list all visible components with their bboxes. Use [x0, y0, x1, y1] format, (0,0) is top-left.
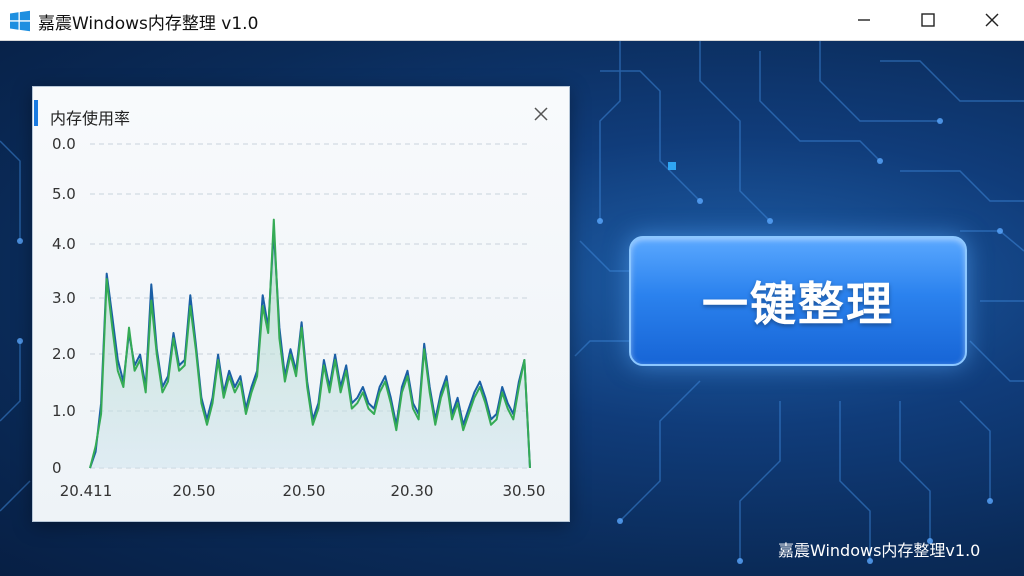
minimize-icon [858, 19, 870, 21]
y-tick-label: 5.0 [52, 185, 76, 203]
y-tick-label: 0.0 [52, 135, 76, 153]
y-tick-label: 1.0 [52, 402, 76, 420]
x-tick-label: 20.30 [391, 482, 434, 500]
one-click-clean-label: 一键整理 [702, 277, 894, 331]
x-tick-label: 20.50 [173, 482, 216, 500]
y-tick-label: 3.0 [52, 289, 76, 307]
x-tick-label: 20.411 [60, 482, 113, 500]
y-tick-label: 0 [52, 459, 62, 477]
title-bar[interactable]: 嘉震Windows内存整理 v1.0 [0, 0, 1024, 41]
footer-version-text: 嘉震Windows内存整理v1.0 [778, 541, 981, 560]
app-window: 嘉震Windows内存整理 v1.0 内存使用率 0.0 5.0 4.0 3.0… [0, 0, 1024, 576]
x-tick-label: 20.50 [283, 482, 326, 500]
x-tick-label: 30.50 [503, 482, 546, 500]
y-tick-label: 4.0 [52, 235, 76, 253]
window-title: 嘉震Windows内存整理 v1.0 [38, 14, 259, 34]
close-icon [985, 13, 999, 27]
windows-logo-icon [10, 10, 30, 32]
maximize-button[interactable] [898, 0, 958, 40]
close-window-button[interactable] [962, 0, 1022, 40]
one-click-clean-button[interactable]: 一键整理 [629, 236, 967, 366]
minimize-button[interactable] [834, 0, 894, 40]
memory-usage-chart: 0.0 5.0 4.0 3.0 2.0 1.0 0 20.411 20.50 20.50 20.30… [52, 135, 546, 500]
y-tick-label: 2.0 [52, 345, 76, 363]
maximize-icon [921, 13, 935, 27]
